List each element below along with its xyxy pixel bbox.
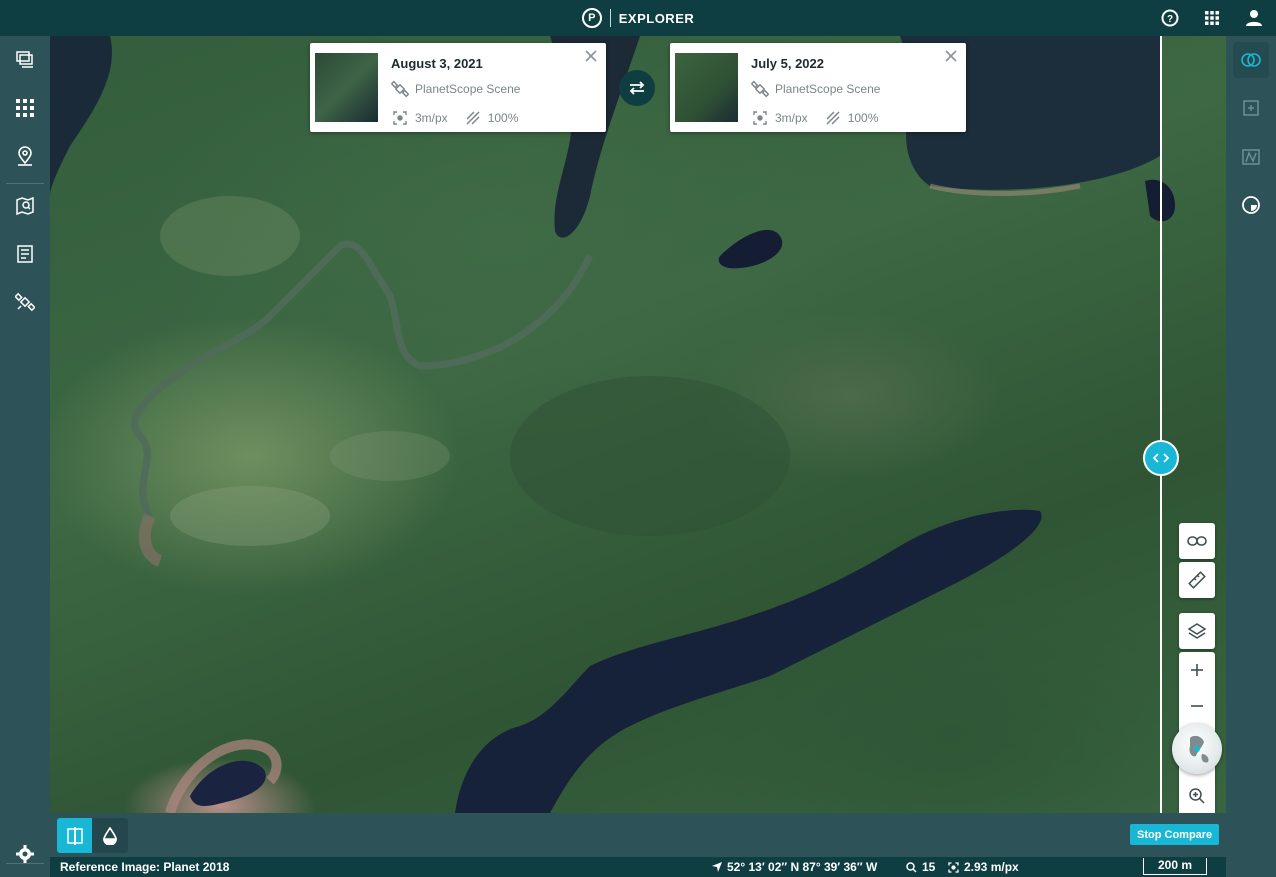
scale-bar: 200 m (1143, 858, 1207, 875)
help-icon[interactable]: ? (1160, 8, 1180, 28)
opacity-mode-button[interactable] (92, 818, 127, 853)
top-bar: P EXPLORER ? (0, 0, 1276, 36)
satellite-icon (751, 80, 769, 98)
droplet-icon (102, 826, 117, 845)
scene-source: PlanetScope Scene (775, 82, 881, 96)
layers-button[interactable] (1179, 613, 1215, 649)
compare-card-left[interactable]: August 3, 2021 PlanetScope Scene 3m/px 1… (310, 43, 606, 132)
zoom-in-icon (1191, 664, 1203, 676)
scene-coverage: 100% (847, 111, 879, 125)
compare-icon[interactable] (1233, 42, 1269, 78)
scene-source: PlanetScope Scene (415, 82, 521, 96)
swap-icon (629, 81, 645, 95)
user-icon[interactable] (1244, 8, 1264, 28)
close-icon[interactable] (584, 49, 598, 63)
navigation-arrow-icon (712, 862, 722, 872)
zoom-search-icon (1189, 788, 1205, 804)
svg-text:?: ? (1167, 14, 1173, 25)
scene-thumbnail (675, 53, 738, 122)
zoom-search-button[interactable] (1179, 778, 1215, 813)
coverage-icon (824, 109, 842, 127)
resolution-icon (751, 109, 769, 127)
search-icon (906, 861, 917, 873)
compare-card-right[interactable]: July 5, 2022 PlanetScope Scene 3m/px 100… (670, 43, 966, 132)
globe-icon[interactable] (1172, 724, 1222, 774)
map-resolution: 2.93 m/px (964, 860, 1019, 874)
grid-search-icon[interactable] (0, 88, 50, 128)
close-icon[interactable] (944, 49, 958, 63)
zoom-out-button[interactable] (1179, 688, 1215, 724)
compare-slider-handle[interactable] (1143, 440, 1179, 476)
map-search-icon[interactable] (0, 186, 50, 226)
measure-button[interactable] (1179, 562, 1215, 598)
chevrons-left-right-icon (1153, 453, 1169, 463)
sidebar-divider (6, 183, 44, 184)
scene-resolution: 3m/px (775, 111, 808, 125)
swipe-mode-button[interactable] (57, 818, 92, 853)
brand-separator (609, 9, 611, 27)
right-sidebar (1226, 36, 1276, 877)
zoom-in-button[interactable] (1179, 652, 1215, 688)
ruler-icon (1188, 571, 1206, 589)
resolution-icon (948, 861, 959, 873)
stop-compare-button[interactable]: Stop Compare (1130, 824, 1220, 845)
planet-logo: P (581, 8, 602, 28)
location-pin-icon[interactable] (0, 136, 50, 176)
gear-icon[interactable] (0, 837, 50, 871)
map-canvas[interactable]: August 3, 2021 PlanetScope Scene 3m/px 1… (50, 36, 1226, 813)
swap-button[interactable] (619, 70, 655, 106)
compare-divider[interactable] (1160, 36, 1162, 813)
scene-resolution: 3m/px (415, 111, 448, 125)
zoom-out-icon (1191, 705, 1203, 707)
list-document-icon[interactable] (0, 234, 50, 274)
swipe-compare-icon (66, 826, 83, 845)
compare-mode-toggle (57, 818, 128, 853)
share-link-button[interactable] (1179, 523, 1215, 559)
coverage-icon (464, 109, 482, 127)
brand[interactable]: P EXPLORER (581, 8, 695, 28)
status-bar: Reference Image: Planet 2018 52° 13′ 02″… (50, 857, 1226, 877)
left-sidebar (0, 36, 50, 877)
reference-image-label: Reference Image: Planet 2018 (60, 860, 230, 874)
cursor-coordinates: 52° 13′ 02″ N 87° 39′ 36″ W (727, 860, 878, 874)
apps-grid-icon[interactable] (1202, 8, 1222, 28)
layers-stack-icon[interactable] (0, 39, 50, 79)
scene-date: July 5, 2022 (751, 56, 824, 71)
resolution-icon (391, 109, 409, 127)
satellite-icon (391, 80, 409, 98)
satellite-icon[interactable] (0, 282, 50, 322)
satellite-imagery (50, 36, 1175, 813)
add-image-icon[interactable] (1233, 90, 1269, 126)
layers-icon (1187, 623, 1207, 639)
zoom-level: 15 (922, 860, 936, 874)
scene-coverage: 100% (487, 111, 519, 125)
scene-date: August 3, 2021 (391, 56, 483, 71)
bottom-toolbar: Stop Compare (50, 813, 1226, 857)
link-icon (1187, 536, 1207, 546)
scene-thumbnail (315, 53, 378, 122)
timelapse-icon[interactable] (1233, 187, 1269, 223)
app-title: EXPLORER (618, 10, 695, 26)
spectral-icon[interactable] (1233, 139, 1269, 175)
